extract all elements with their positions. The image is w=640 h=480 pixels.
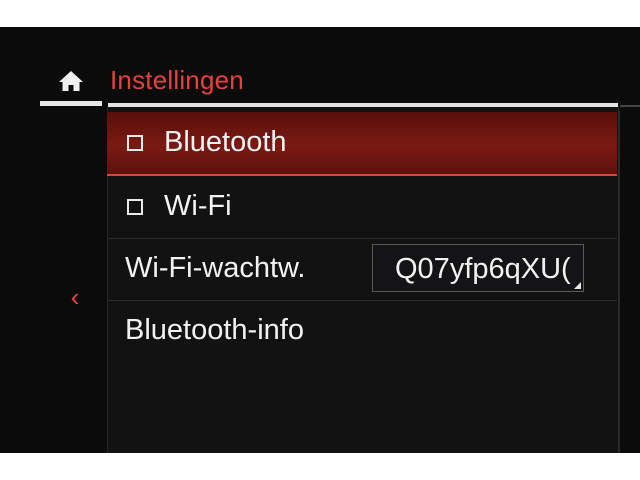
page-title: Instellingen [110,65,244,95]
settings-screen: Instellingen ‹ Bluetooth Wi-Fi Wi-Fi-wac… [0,27,640,453]
list-item-bluetooth-info[interactable]: Bluetooth-info [107,300,617,362]
list-item-label: Wi-Fi-wachtw. [125,252,306,284]
home-button[interactable] [40,65,102,105]
list-item-label: Bluetooth-info [125,314,304,346]
wifi-checkbox[interactable] [127,199,143,215]
home-icon [59,71,83,91]
list-item-bluetooth[interactable]: Bluetooth [107,112,617,176]
list-item-label: Bluetooth [164,126,287,158]
back-button[interactable]: ‹ [60,282,90,312]
list-item-wifi[interactable]: Wi-Fi [107,176,617,239]
wifi-password-field[interactable]: Q07yfp6qXU( [372,244,584,292]
wifi-password-value: Q07yfp6qXU( [395,253,571,285]
title-divider-extension [620,105,640,107]
bluetooth-checkbox[interactable] [127,135,143,151]
list-item-wifi-password[interactable]: Wi-Fi-wachtw. Q07yfp6qXU( [107,238,617,301]
home-tab-indicator [40,101,102,106]
list-scroll-edge [618,111,620,453]
list-item-label: Wi-Fi [164,190,232,222]
edit-corner-icon [574,282,581,289]
chevron-left-icon: ‹ [70,282,80,312]
